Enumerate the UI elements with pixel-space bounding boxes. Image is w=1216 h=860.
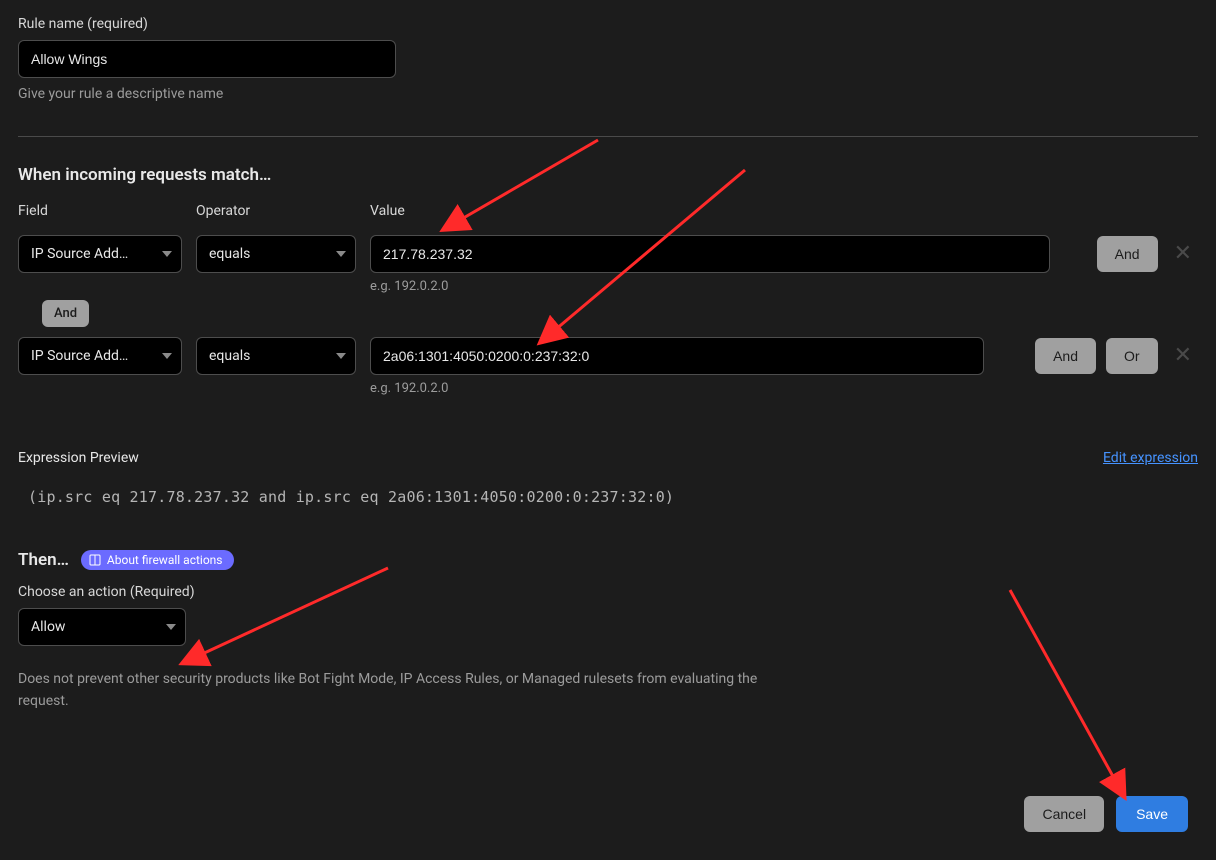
- or-button[interactable]: Or: [1106, 338, 1158, 374]
- condition-row: IP Source Add… equals e.g. 192.0.2.0 And…: [18, 337, 1198, 396]
- action-label: Choose an action (Required): [18, 584, 1198, 600]
- annotation-arrows: [0, 0, 1216, 860]
- rule-name-group: Rule name (required) Give your rule a de…: [18, 16, 1198, 102]
- rule-name-label: Rule name (required): [18, 16, 1198, 32]
- expression-preview-header: Expression Preview Edit expression: [18, 450, 1198, 466]
- then-heading: Then…: [18, 550, 69, 570]
- section-divider: [18, 136, 1198, 137]
- value-hint: e.g. 192.0.2.0: [370, 381, 1021, 396]
- cancel-button[interactable]: Cancel: [1024, 796, 1104, 832]
- save-button[interactable]: Save: [1116, 796, 1188, 832]
- match-heading: When incoming requests match…: [18, 165, 1198, 185]
- field-select[interactable]: IP Source Add…: [18, 337, 182, 375]
- match-section: When incoming requests match… Field Oper…: [18, 165, 1198, 396]
- field-select[interactable]: IP Source Add…: [18, 235, 182, 273]
- value-hint: e.g. 192.0.2.0: [370, 279, 1083, 294]
- action-select[interactable]: Allow: [18, 608, 186, 646]
- and-button[interactable]: And: [1035, 338, 1096, 374]
- condition-header: Field Operator Value: [18, 203, 1198, 227]
- close-icon[interactable]: ✕: [1168, 235, 1198, 273]
- then-heading-row: Then… About firewall actions: [18, 550, 1198, 570]
- book-icon: [89, 554, 101, 566]
- col-operator-label: Operator: [196, 203, 356, 219]
- connector-badge: And: [42, 300, 89, 327]
- close-icon[interactable]: ✕: [1168, 337, 1198, 375]
- condition-connector: And: [42, 300, 1198, 327]
- condition-row: IP Source Add… equals e.g. 192.0.2.0 And…: [18, 235, 1198, 294]
- value-input[interactable]: [370, 337, 984, 375]
- footer-buttons: Cancel Save: [1024, 796, 1188, 832]
- expression-preview-code: (ip.src eq 217.78.237.32 and ip.src eq 2…: [18, 466, 1198, 512]
- rule-name-helper: Give your rule a descriptive name: [18, 86, 1198, 102]
- value-input[interactable]: [370, 235, 1050, 273]
- operator-select[interactable]: equals: [196, 337, 356, 375]
- edit-expression-link[interactable]: Edit expression: [1103, 450, 1198, 466]
- pill-label: About firewall actions: [107, 553, 223, 567]
- rule-name-input[interactable]: [18, 40, 396, 78]
- and-button[interactable]: And: [1097, 236, 1158, 272]
- expression-preview-label: Expression Preview: [18, 450, 139, 466]
- col-field-label: Field: [18, 203, 182, 219]
- operator-select[interactable]: equals: [196, 235, 356, 273]
- col-value-label: Value: [370, 203, 1198, 219]
- about-firewall-actions-pill[interactable]: About firewall actions: [81, 550, 235, 570]
- action-helper: Does not prevent other security products…: [18, 668, 758, 713]
